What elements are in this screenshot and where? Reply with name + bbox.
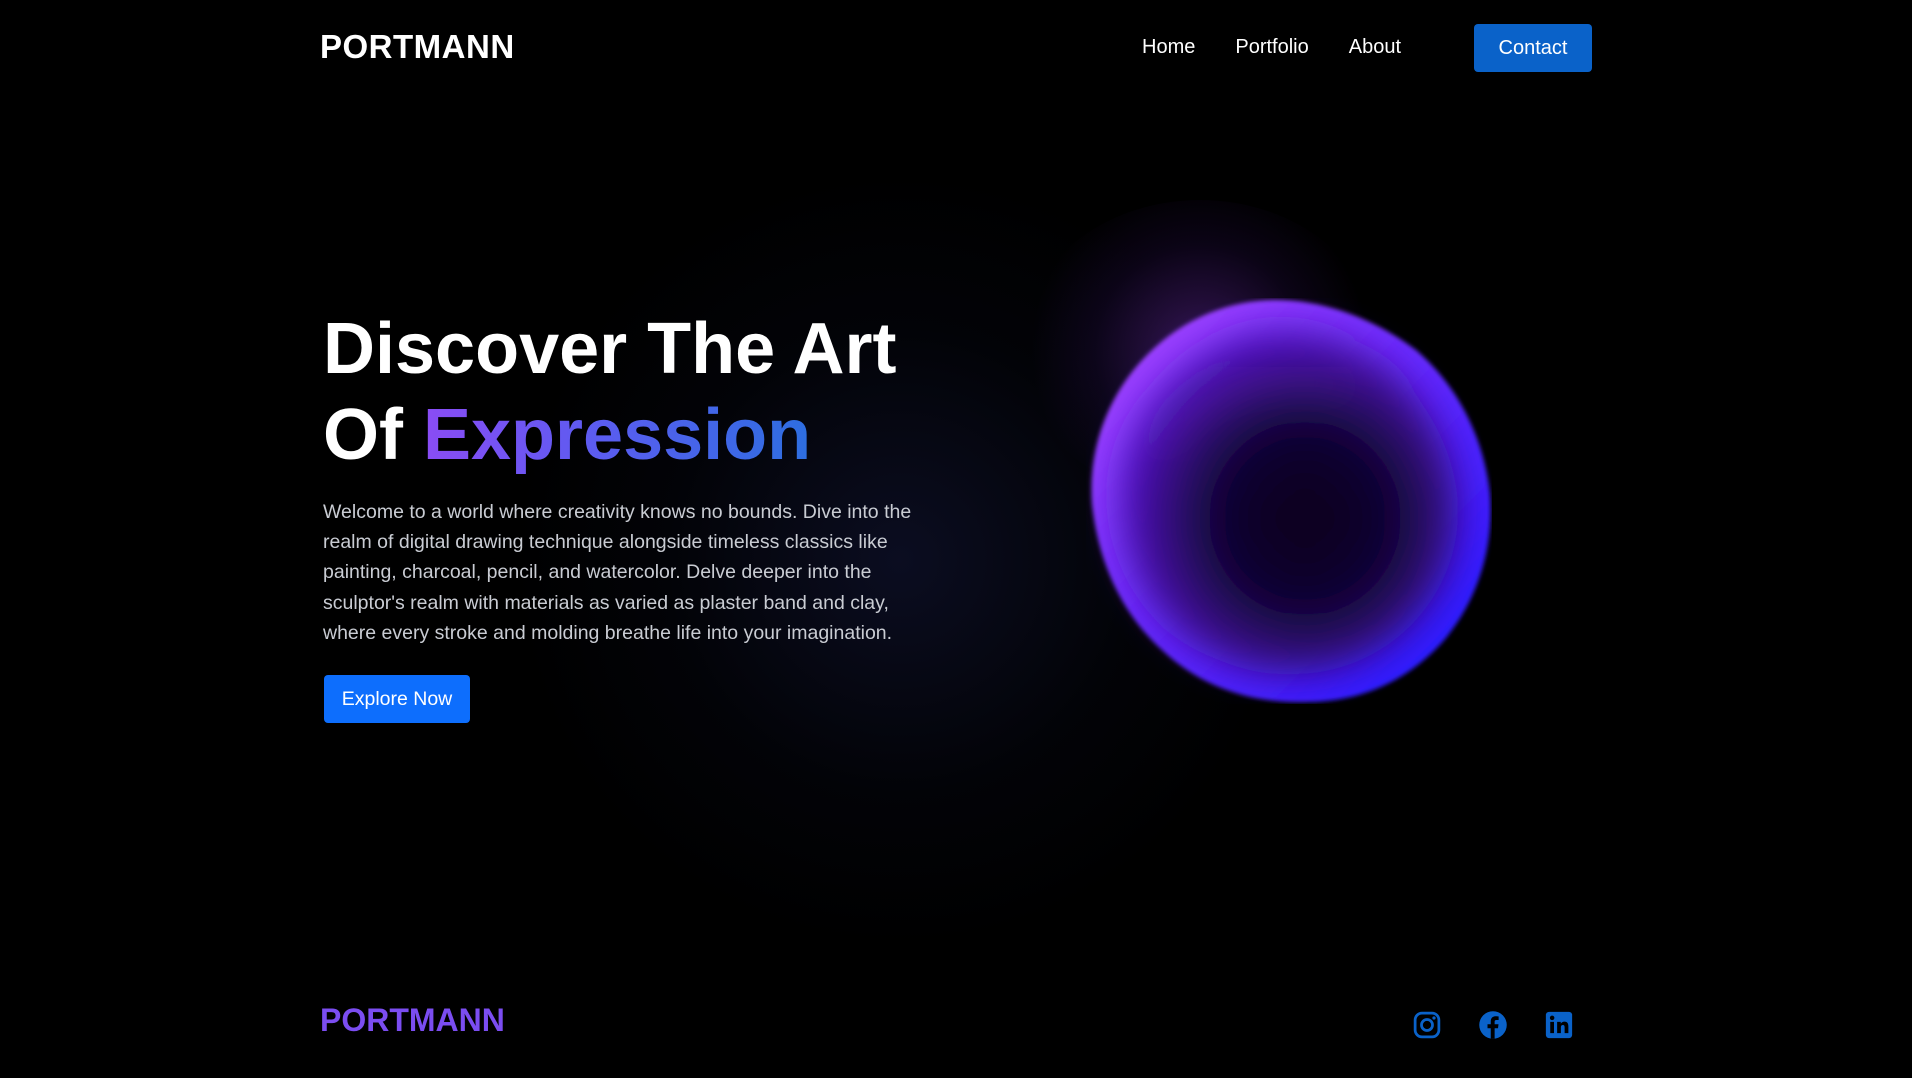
page: PORTMANN Home Portfolio About Contact Di… xyxy=(0,0,1912,1078)
hero-title: Discover The Art Of Expression xyxy=(323,306,897,478)
nav-about-link[interactable]: About xyxy=(1349,36,1401,59)
explore-now-button[interactable]: Explore Now xyxy=(324,675,470,723)
linkedin-icon[interactable] xyxy=(1544,1010,1574,1040)
main-nav: Home Portfolio About xyxy=(1142,36,1401,59)
footer-brand-logo[interactable]: PORTMANN xyxy=(320,1002,505,1039)
hero-title-highlight: Expression xyxy=(422,395,812,475)
nav-home-link[interactable]: Home xyxy=(1142,36,1195,59)
nav-portfolio-link[interactable]: Portfolio xyxy=(1235,36,1308,59)
hero-title-prefix: Of xyxy=(323,395,423,475)
contact-button[interactable]: Contact xyxy=(1474,24,1592,72)
facebook-icon[interactable] xyxy=(1478,1010,1508,1040)
orb-sphere-image xyxy=(1091,300,1491,703)
hero-title-line1: Discover The Art xyxy=(323,309,897,389)
hero-description: Welcome to a world where creativity know… xyxy=(323,501,912,644)
instagram-icon[interactable] xyxy=(1412,1010,1442,1040)
brand-logo[interactable]: PORTMANN xyxy=(320,28,515,66)
